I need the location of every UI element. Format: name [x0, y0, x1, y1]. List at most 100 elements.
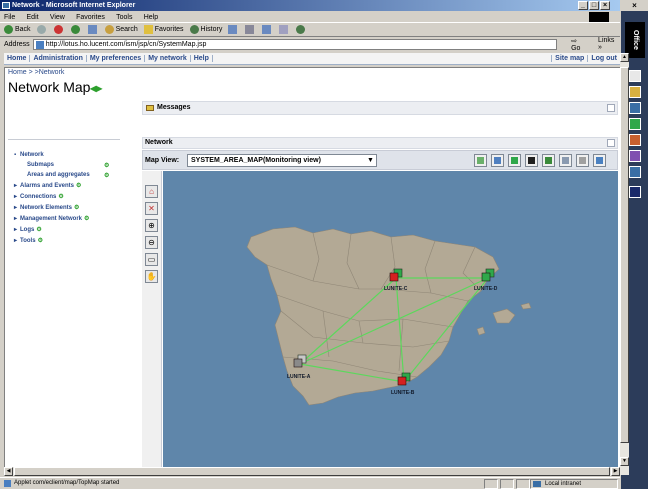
map-view-select[interactable]: SYSTEM_AREA_MAP(Monitoring view) ▼: [187, 154, 377, 167]
scroll-down-button[interactable]: ▼: [620, 457, 629, 466]
address-input[interactable]: http://lotus.ho.lucent.com/ism/jsp/cn/Sy…: [32, 38, 558, 50]
properties-tool-button[interactable]: [491, 154, 504, 167]
vertical-scroll-thumb[interactable]: [620, 67, 629, 443]
nav-help[interactable]: Help: [191, 55, 213, 62]
address-url: http://lotus.ho.lucent.com/ism/jsp/cn/Sy…: [45, 40, 207, 48]
legend-tool-button[interactable]: [474, 154, 487, 167]
print-button[interactable]: [245, 25, 256, 34]
bullet-icon: ▸: [14, 183, 18, 189]
office-app-icon[interactable]: [629, 186, 641, 198]
links-button[interactable]: Links »: [598, 37, 620, 51]
network-map[interactable]: LUNITE-C LUNITE-D LUNITE-A LUNITE-B: [163, 171, 618, 467]
select-area-button[interactable]: ▭: [145, 253, 158, 266]
stop-button[interactable]: [53, 25, 65, 34]
zoom-home-button[interactable]: ⌂: [145, 185, 158, 198]
office-app-icon[interactable]: [629, 102, 641, 114]
nav-site-map[interactable]: Site map: [551, 55, 587, 62]
menu-bar: File Edit View Favorites Tools Help: [0, 11, 620, 22]
tree-item-network[interactable]: ▪ Network: [14, 152, 124, 158]
office-app-icon[interactable]: [629, 118, 641, 130]
office-close-button[interactable]: ×: [621, 0, 648, 11]
office-app-icon[interactable]: [629, 134, 641, 146]
zoom-in-button[interactable]: ⊕: [145, 219, 158, 232]
gear-icon[interactable]: ⚙: [104, 172, 109, 179]
gear-icon[interactable]: ⚙: [104, 162, 109, 169]
status-segment: [516, 479, 530, 489]
home-button[interactable]: [87, 25, 99, 34]
office-app-icon[interactable]: [629, 150, 641, 162]
tree-item-logs[interactable]: ▸ Logs ⚙: [14, 226, 124, 233]
layout-tool-button[interactable]: [542, 154, 555, 167]
gear-icon[interactable]: ⚙: [58, 194, 63, 200]
edit-button[interactable]: [262, 25, 273, 34]
discuss-button[interactable]: [279, 25, 290, 34]
scroll-left-button[interactable]: ◀: [4, 467, 13, 476]
favorites-button[interactable]: Favorites: [143, 25, 184, 34]
nav-administration[interactable]: Administration: [30, 55, 87, 62]
print-icon: [245, 25, 255, 34]
gear-icon[interactable]: ⚙: [76, 183, 81, 189]
nav-arrows-icon[interactable]: ◀▶: [90, 84, 102, 93]
scroll-right-button[interactable]: ▶: [611, 467, 620, 476]
tree-item-areas-and-aggregates[interactable]: Areas and aggregates ⚙: [14, 172, 124, 179]
office-app-icon[interactable]: [629, 70, 641, 82]
legend-icon: [477, 157, 484, 164]
messages-title: Messages: [157, 104, 191, 111]
tree-item-alarms-and-events[interactable]: ▸ Alarms and Events ⚙: [14, 182, 124, 189]
history-button[interactable]: History: [189, 25, 222, 34]
tree-item-network-elements[interactable]: ▸ Network Elements ⚙: [14, 204, 124, 211]
grid-tool-button[interactable]: [508, 154, 521, 167]
menu-help[interactable]: Help: [144, 14, 158, 21]
menu-favorites[interactable]: Favorites: [76, 14, 105, 21]
menu-edit[interactable]: Edit: [27, 14, 39, 21]
network-expand-button[interactable]: [607, 139, 615, 147]
search-button[interactable]: Search: [104, 25, 138, 34]
messenger-button[interactable]: [296, 25, 307, 34]
forward-button[interactable]: [36, 25, 48, 34]
gear-icon[interactable]: ⚙: [74, 205, 79, 211]
menu-file[interactable]: File: [4, 14, 15, 21]
office-app-icon[interactable]: [629, 166, 641, 178]
home-icon: ⌂: [149, 187, 154, 196]
status-segment: [500, 479, 514, 489]
gear-icon[interactable]: ⚙: [38, 238, 43, 244]
status-message: Applet com/eclient/map/TopMap started: [4, 478, 119, 489]
horizontal-scroll-thumb[interactable]: [14, 467, 610, 476]
messages-panel-header: Messages: [142, 101, 618, 115]
tree-item-tools[interactable]: ▸ Tools ⚙: [14, 237, 124, 244]
zoom-out-button[interactable]: ⊖: [145, 236, 158, 249]
gear-icon[interactable]: ⚙: [36, 227, 41, 233]
bullet-icon: ▸: [14, 216, 18, 222]
tree-item-management-network[interactable]: ▸ Management Network ⚙: [14, 215, 124, 222]
scroll-up-button[interactable]: ▲: [620, 53, 629, 62]
minimize-button[interactable]: _: [578, 1, 588, 10]
tree-item-connections[interactable]: ▸ Connections ⚙: [14, 193, 124, 200]
nav-log-out[interactable]: Log out: [587, 55, 620, 62]
menu-tools[interactable]: Tools: [116, 14, 132, 21]
breadcrumb[interactable]: Home > >Network: [8, 69, 64, 76]
vertical-scrollbar[interactable]: ▲ ▼: [620, 53, 629, 475]
fit-tool-button[interactable]: [593, 154, 606, 167]
refresh-button[interactable]: [70, 25, 82, 34]
nav-my-preferences[interactable]: My preferences: [87, 55, 146, 62]
close-button[interactable]: ×: [600, 1, 610, 10]
pan-button[interactable]: ✋: [145, 270, 158, 283]
zoom-clear-button[interactable]: ✕: [145, 202, 158, 215]
filter-tool-button[interactable]: [576, 154, 589, 167]
map-side-toolbar: ⌂ ✕ ⊕ ⊖ ▭ ✋: [142, 171, 162, 467]
mail-button[interactable]: [228, 25, 239, 34]
gear-icon[interactable]: ⚙: [84, 216, 89, 222]
security-zone: Local intranet: [530, 479, 618, 489]
menu-view[interactable]: View: [50, 14, 65, 21]
map-tool-button[interactable]: [559, 154, 572, 167]
go-button[interactable]: ⇨ Go: [571, 37, 588, 52]
maximize-button[interactable]: □: [589, 1, 599, 10]
office-app-icon[interactable]: [629, 86, 641, 98]
messages-expand-button[interactable]: [607, 104, 615, 112]
tree-item-submaps[interactable]: Submaps ⚙: [14, 162, 124, 169]
find-tool-button[interactable]: [525, 154, 538, 167]
nav-home[interactable]: Home: [4, 55, 31, 62]
nav-my-network[interactable]: My network: [145, 55, 191, 62]
back-button[interactable]: Back: [4, 25, 31, 34]
horizontal-scrollbar[interactable]: ◀ ▶: [4, 467, 620, 476]
